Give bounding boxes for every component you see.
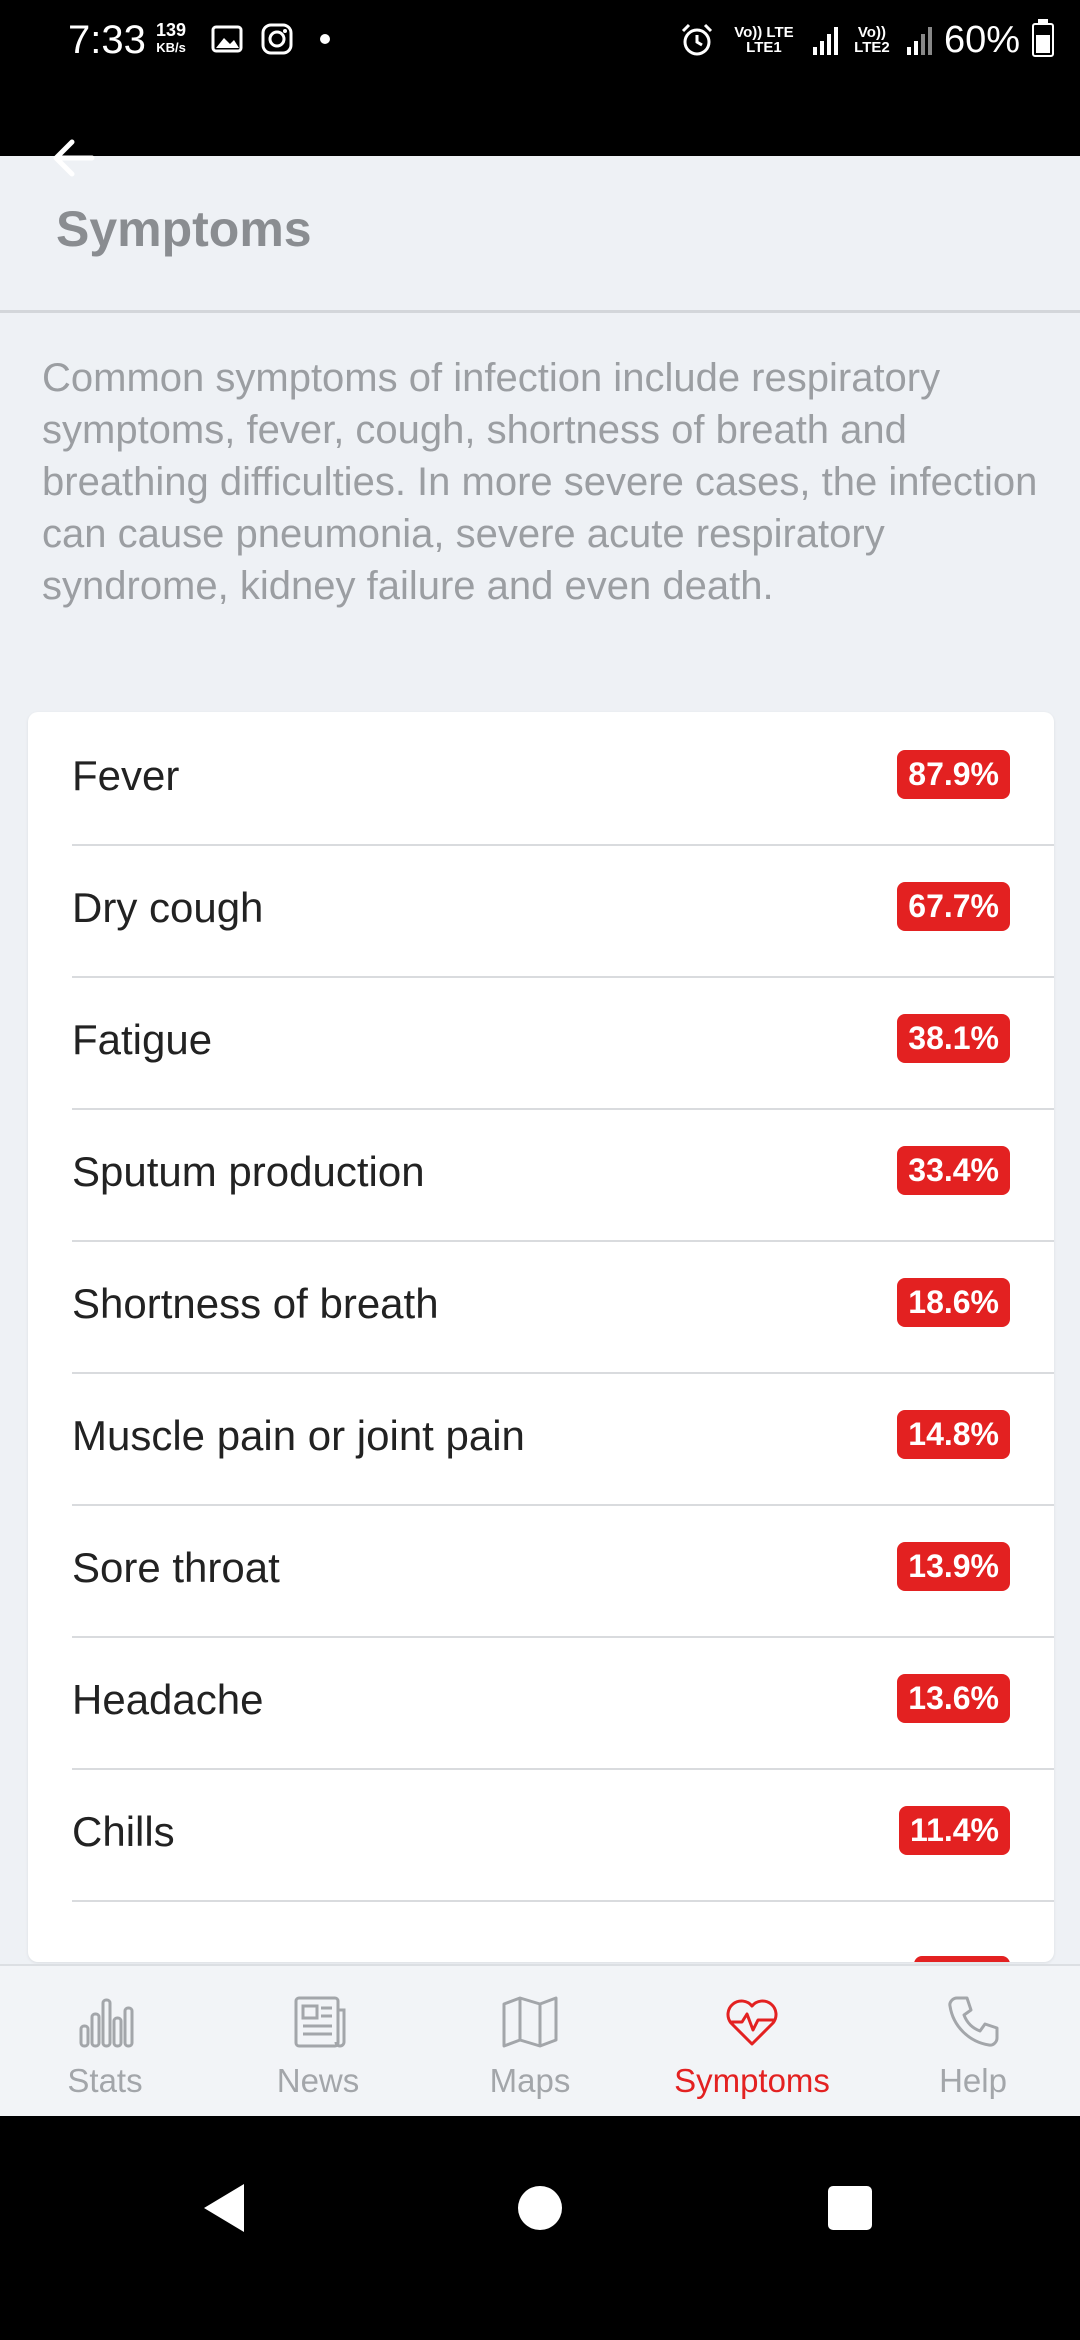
nav-symptoms-label: Symptoms [674,2062,830,2099]
newspaper-icon [294,1996,346,2048]
page-title: Symptoms [56,201,312,257]
alarm-icon [681,23,712,56]
nav-news-label: News [276,2062,360,2099]
map-icon [502,1996,558,2048]
nav-symptoms[interactable]: Symptoms [652,1966,852,2118]
system-home-icon[interactable] [518,2186,562,2230]
symptom-name: Shortness of breath [72,1280,439,1327]
symptom-percent-badge: 13.6% [897,1674,1010,1723]
symptom-row: Dry cough 67.7% [72,844,1054,978]
symptom-row: Fever 87.9% [72,712,1054,846]
symptom-percent-badge: 67.7% [897,882,1010,931]
nav-maps[interactable]: Maps [430,1966,630,2118]
symptoms-description: Common symptoms of infection include res… [42,356,1038,608]
symptom-percent-badge: 38.1% [897,1014,1010,1063]
symptom-name: Fatigue [72,1016,213,1063]
system-navigation-bar [0,2116,1080,2340]
symptom-row: Chills 11.4% [72,1768,1054,1902]
symptom-row: Shortness of breath 18.6% [72,1240,1054,1374]
system-recents-icon[interactable] [828,2186,872,2230]
symptom-row: Fatigue 38.1% [72,976,1054,1110]
status-time: 7:33 [68,18,146,62]
status-bar: 7:33 139 KB/s Vo)) LTE LTE1 Vo)) LTE2 60… [0,0,1080,156]
nav-help-label: Help [939,2062,1007,2099]
sim1-status: Vo)) LTE LTE1 [734,24,794,56]
symptom-row: Sputum production 33.4% [72,1108,1054,1242]
network-speed-unit: KB/s [156,40,186,55]
partial-badge-next-row [914,1956,1010,1962]
symptom-percent-badge: 11.4% [899,1806,1010,1855]
symptom-name: Sore throat [72,1544,280,1591]
notification-dot [320,34,330,44]
symptoms-list: Fever 87.9% Dry cough 67.7% Fatigue 38.1… [28,712,1054,1962]
symptom-row: Muscle pain or joint pain 14.8% [72,1372,1054,1506]
network-speed: 139 KB/s [156,20,187,56]
bottom-navigation: Stats News Maps Symptoms Help [0,1964,1080,2118]
sim2-status: Vo)) LTE2 [854,24,890,56]
app-header: Symptoms [0,139,1080,313]
symptom-percent-badge: 13.9% [897,1542,1010,1591]
symptom-percent-badge: 14.8% [897,1410,1010,1459]
symptom-percent-badge: 18.6% [897,1278,1010,1327]
nav-maps-label: Maps [489,2062,571,2099]
symptom-row: Sore throat 13.9% [72,1504,1054,1638]
nav-help[interactable]: Help [873,1966,1073,2118]
system-back-icon[interactable] [200,2182,248,2234]
symptom-name: Muscle pain or joint pain [72,1412,525,1459]
symptom-name: Headache [72,1676,264,1723]
back-arrow-icon[interactable] [44,128,104,188]
battery-percent: 60% [943,18,1020,61]
symptom-row: Headache 13.6% [72,1636,1054,1770]
symptom-name: Dry cough [72,884,264,931]
symptom-name: Sputum production [72,1148,425,1195]
symptom-name: Fever [72,752,180,799]
gallery-icon [211,25,243,53]
network-speed-value: 139 [156,20,187,40]
nav-news[interactable]: News [218,1966,418,2118]
phone-icon [948,1996,999,2047]
heartbeat-icon [726,1999,778,2046]
signal2-icon [906,27,932,55]
symptom-percent-badge: 33.4% [897,1146,1010,1195]
nav-stats[interactable]: Stats [5,1966,205,2118]
nav-stats-label: Stats [67,2062,143,2099]
battery-icon [1032,19,1054,57]
bar-chart-icon [79,1998,134,2048]
symptom-percent-badge: 87.9% [897,750,1010,799]
signal1-icon [812,27,838,55]
instagram-icon [261,23,293,55]
symptom-name: Chills [72,1808,175,1855]
